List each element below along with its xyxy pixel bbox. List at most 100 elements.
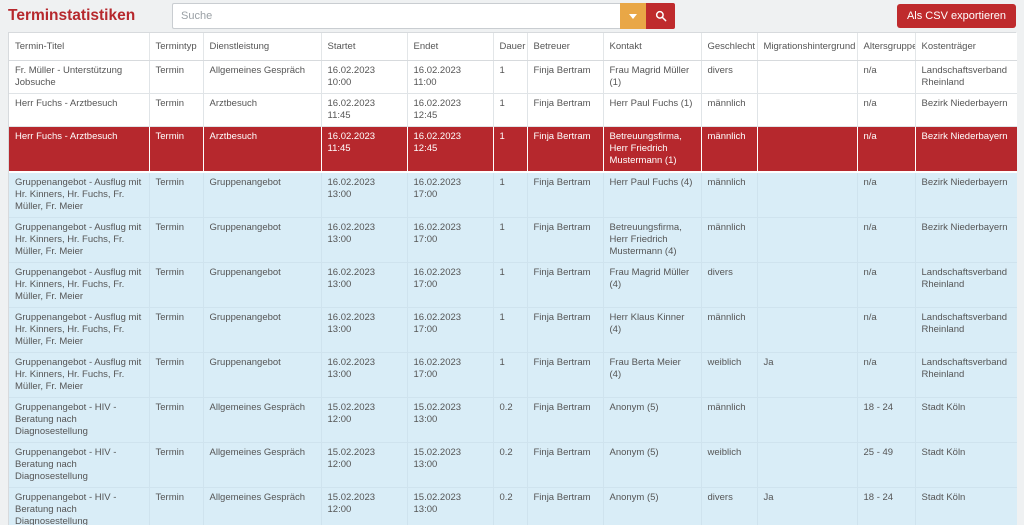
table-row[interactable]: Gruppenangebot - HIV - Beratung nach Dia… <box>9 443 1017 488</box>
table-row[interactable]: Gruppenangebot - Ausflug mit Hr. Kinners… <box>9 172 1017 218</box>
cell-termintyp: Termin <box>149 308 203 353</box>
cell-endet: 16.02.2023 17:00 <box>407 308 493 353</box>
cell-dauer: 1 <box>493 127 527 173</box>
cell-startet: 16.02.2023 10:00 <box>321 61 407 94</box>
table-row[interactable]: Herr Fuchs - ArztbesuchTerminArztbesuch1… <box>9 94 1017 127</box>
column-header-termin-titel[interactable]: Termin-Titel <box>9 33 149 61</box>
cell-geschlecht: divers <box>701 488 757 525</box>
table-row[interactable]: Gruppenangebot - Ausflug mit Hr. Kinners… <box>9 263 1017 308</box>
cell-betreuer: Finja Bertram <box>527 443 603 488</box>
table-row[interactable]: Gruppenangebot - HIV - Beratung nach Dia… <box>9 488 1017 525</box>
table-row[interactable]: Fr. Müller - Unterstützung JobsucheTermi… <box>9 61 1017 94</box>
cell-termin-titel: Herr Fuchs - Arztbesuch <box>9 127 149 173</box>
cell-dienstleistung: Allgemeines Gespräch <box>203 443 321 488</box>
cell-termin-titel: Gruppenangebot - Ausflug mit Hr. Kinners… <box>9 218 149 263</box>
cell-betreuer: Finja Bertram <box>527 263 603 308</box>
cell-termintyp: Termin <box>149 127 203 173</box>
cell-endet: 16.02.2023 17:00 <box>407 172 493 218</box>
cell-kostentraeger: Stadt Köln <box>915 488 1017 525</box>
cell-kostentraeger: Bezirk Niederbayern <box>915 127 1017 173</box>
cell-altersgruppe: n/a <box>857 263 915 308</box>
cell-kontakt: Frau Magrid Müller (4) <box>603 263 701 308</box>
cell-termin-titel: Gruppenangebot - HIV - Beratung nach Dia… <box>9 488 149 525</box>
cell-betreuer: Finja Bertram <box>527 308 603 353</box>
cell-altersgruppe: n/a <box>857 218 915 263</box>
cell-migrationshintergrund <box>757 172 857 218</box>
search-button[interactable] <box>646 3 675 29</box>
table-row[interactable]: Herr Fuchs - ArztbesuchTerminArztbesuch1… <box>9 127 1017 173</box>
cell-dienstleistung: Gruppenangebot <box>203 353 321 398</box>
cell-geschlecht: divers <box>701 263 757 308</box>
cell-termintyp: Termin <box>149 443 203 488</box>
cell-dienstleistung: Gruppenangebot <box>203 218 321 263</box>
cell-betreuer: Finja Bertram <box>527 488 603 525</box>
cell-kostentraeger: Landschaftsverband Rheinland <box>915 263 1017 308</box>
cell-kontakt: Anonym (5) <box>603 443 701 488</box>
table-row[interactable]: Gruppenangebot - Ausflug mit Hr. Kinners… <box>9 353 1017 398</box>
column-header-kostentraeger[interactable]: Kostenträger <box>915 33 1017 61</box>
column-header-endet[interactable]: Endet <box>407 33 493 61</box>
page-title: Terminstatistiken <box>8 7 172 25</box>
cell-betreuer: Finja Bertram <box>527 353 603 398</box>
cell-geschlecht: divers <box>701 61 757 94</box>
cell-termintyp: Termin <box>149 488 203 525</box>
cell-kostentraeger: Landschaftsverband Rheinland <box>915 61 1017 94</box>
cell-termintyp: Termin <box>149 61 203 94</box>
table-row[interactable]: Gruppenangebot - Ausflug mit Hr. Kinners… <box>9 218 1017 263</box>
cell-migrationshintergrund: Ja <box>757 353 857 398</box>
cell-altersgruppe: n/a <box>857 61 915 94</box>
cell-dauer: 1 <box>493 61 527 94</box>
cell-kostentraeger: Bezirk Niederbayern <box>915 172 1017 218</box>
cell-startet: 16.02.2023 13:00 <box>321 353 407 398</box>
cell-termin-titel: Fr. Müller - Unterstützung Jobsuche <box>9 61 149 94</box>
cell-termin-titel: Herr Fuchs - Arztbesuch <box>9 94 149 127</box>
column-header-termintyp[interactable]: Termintyp <box>149 33 203 61</box>
cell-startet: 16.02.2023 13:00 <box>321 172 407 218</box>
column-header-kontakt[interactable]: Kontakt <box>603 33 701 61</box>
search-input[interactable] <box>172 3 620 29</box>
cell-geschlecht: männlich <box>701 172 757 218</box>
cell-altersgruppe: n/a <box>857 308 915 353</box>
cell-kontakt: Anonym (5) <box>603 488 701 525</box>
cell-termintyp: Termin <box>149 353 203 398</box>
cell-endet: 15.02.2023 13:00 <box>407 488 493 525</box>
cell-termintyp: Termin <box>149 172 203 218</box>
column-header-startet[interactable]: Startet <box>321 33 407 61</box>
cell-startet: 16.02.2023 11:45 <box>321 94 407 127</box>
cell-dauer: 1 <box>493 353 527 398</box>
cell-geschlecht: männlich <box>701 308 757 353</box>
cell-kostentraeger: Stadt Köln <box>915 443 1017 488</box>
column-header-dauer[interactable]: Dauer <box>493 33 527 61</box>
table-body: Fr. Müller - Unterstützung JobsucheTermi… <box>9 61 1017 525</box>
cell-migrationshintergrund <box>757 94 857 127</box>
cell-endet: 16.02.2023 12:45 <box>407 94 493 127</box>
table-row[interactable]: Gruppenangebot - HIV - Beratung nach Dia… <box>9 398 1017 443</box>
cell-startet: 16.02.2023 13:00 <box>321 218 407 263</box>
cell-migrationshintergrund <box>757 398 857 443</box>
column-header-migrationshintergrund[interactable]: Migrationshintergrund <box>757 33 857 61</box>
cell-betreuer: Finja Bertram <box>527 94 603 127</box>
cell-dauer: 1 <box>493 172 527 218</box>
column-header-dienstleistung[interactable]: Dienstleistung <box>203 33 321 61</box>
cell-endet: 15.02.2023 13:00 <box>407 398 493 443</box>
cell-betreuer: Finja Bertram <box>527 172 603 218</box>
table-row[interactable]: Gruppenangebot - Ausflug mit Hr. Kinners… <box>9 308 1017 353</box>
cell-startet: 16.02.2023 11:45 <box>321 127 407 173</box>
cell-endet: 16.02.2023 17:00 <box>407 218 493 263</box>
cell-dienstleistung: Allgemeines Gespräch <box>203 488 321 525</box>
column-header-betreuer[interactable]: Betreuer <box>527 33 603 61</box>
cell-altersgruppe: n/a <box>857 127 915 173</box>
cell-endet: 16.02.2023 12:45 <box>407 127 493 173</box>
cell-kontakt: Anonym (5) <box>603 398 701 443</box>
cell-startet: 15.02.2023 12:00 <box>321 488 407 525</box>
export-csv-button[interactable]: Als CSV exportieren <box>897 4 1016 28</box>
cell-migrationshintergrund <box>757 263 857 308</box>
cell-dauer: 1 <box>493 308 527 353</box>
column-header-geschlecht[interactable]: Geschlecht <box>701 33 757 61</box>
search-options-button[interactable] <box>620 3 646 29</box>
cell-altersgruppe: n/a <box>857 172 915 218</box>
cell-dauer: 0.2 <box>493 443 527 488</box>
search-icon <box>655 10 667 22</box>
cell-kontakt: Herr Paul Fuchs (4) <box>603 172 701 218</box>
column-header-altersgruppe[interactable]: Altersgruppe <box>857 33 915 61</box>
